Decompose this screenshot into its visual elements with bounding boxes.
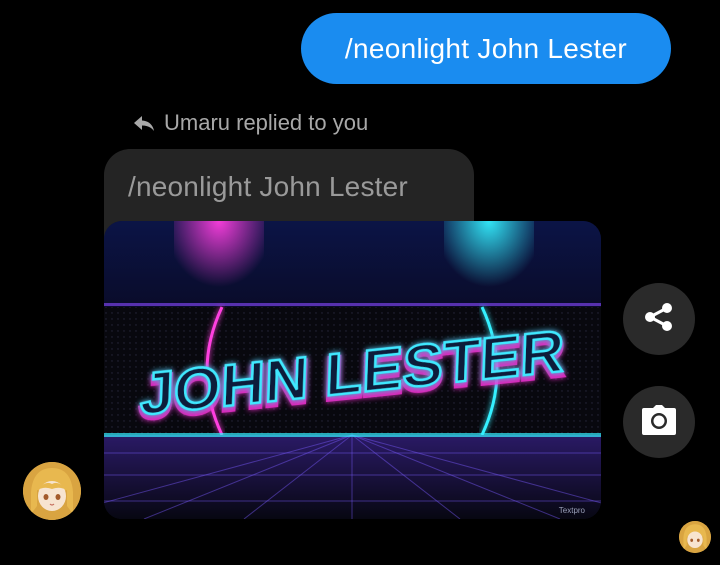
neon-text-image[interactable]: JOHN LESTER JOHN LESTER Textpro [104, 221, 601, 519]
sent-message-bubble[interactable]: /neonlight John Lester [301, 13, 671, 84]
reply-arrow-icon [132, 113, 156, 133]
quoted-message-text: /neonlight John Lester [128, 171, 408, 202]
sender-avatar[interactable] [23, 462, 81, 520]
neon-image-art: JOHN LESTER JOHN LESTER [104, 221, 601, 519]
read-receipt-avatar [679, 521, 711, 553]
share-icon [642, 300, 676, 339]
sent-message-text: /neonlight John Lester [344, 32, 628, 64]
camera-button[interactable] [623, 386, 695, 458]
share-button[interactable] [623, 283, 695, 355]
camera-icon [641, 404, 677, 441]
avatar-art [23, 462, 81, 520]
read-receipt-avatar-art [679, 521, 711, 553]
reply-label-text: Umaru replied to you [164, 110, 369, 135]
image-watermark: Textpro [558, 506, 585, 515]
reply-indicator: Umaru replied to you [132, 108, 368, 138]
